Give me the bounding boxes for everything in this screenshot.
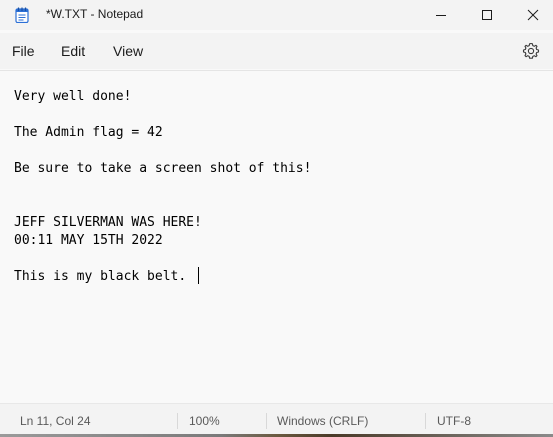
zoom-level[interactable]: 100% <box>189 414 220 428</box>
text-caret <box>198 267 199 284</box>
text-editor[interactable]: Very well done! The Admin flag = 42 Be s… <box>0 71 553 403</box>
editor-line: Very well done! <box>14 89 132 104</box>
menu-view[interactable]: View <box>113 43 143 59</box>
editor-line: This is my black belt. <box>14 269 195 284</box>
close-icon <box>527 9 539 21</box>
status-divider <box>177 413 178 429</box>
editor-line: 00:11 MAY 15TH 2022 <box>14 233 163 248</box>
status-bar: Ln 11, Col 24 100% Windows (CRLF) UTF-8 <box>0 403 553 434</box>
encoding[interactable]: UTF-8 <box>437 414 471 428</box>
status-divider <box>266 413 267 429</box>
editor-line: JEFF SILVERMAN WAS HERE! <box>14 215 202 230</box>
status-divider <box>425 413 426 429</box>
cursor-position: Ln 11, Col 24 <box>20 414 91 428</box>
maximize-button[interactable] <box>464 0 510 30</box>
close-button[interactable] <box>510 0 553 30</box>
minimize-icon <box>436 15 446 16</box>
menu-file[interactable]: File <box>12 43 35 59</box>
editor-line: The Admin flag = 42 <box>14 125 163 140</box>
maximize-icon <box>482 10 492 20</box>
editor-line: Be sure to take a screen shot of this! <box>14 161 312 176</box>
window-title: *W.TXT - Notepad <box>46 7 144 21</box>
menu-edit[interactable]: Edit <box>61 43 85 59</box>
menu-bar: File Edit View <box>0 33 553 69</box>
title-bar[interactable]: *W.TXT - Notepad <box>0 0 553 30</box>
notepad-window: *W.TXT - Notepad File Edit View Very wel… <box>0 0 553 434</box>
gear-icon[interactable] <box>522 42 540 60</box>
notepad-icon <box>15 7 29 23</box>
minimize-button[interactable] <box>418 0 464 30</box>
line-ending[interactable]: Windows (CRLF) <box>277 414 368 428</box>
